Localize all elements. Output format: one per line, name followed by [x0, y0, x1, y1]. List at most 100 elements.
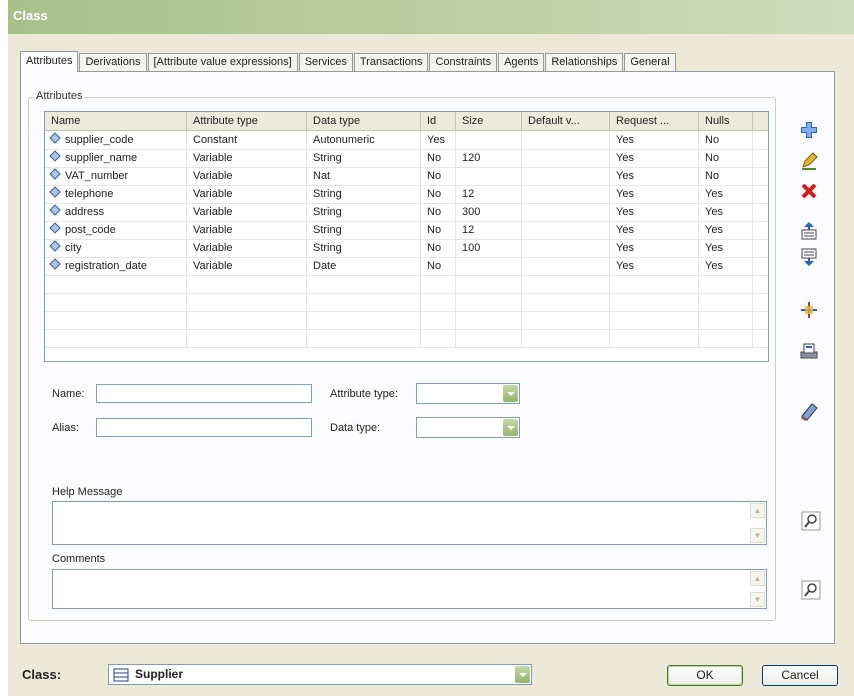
class-icon [113, 668, 129, 682]
empty-table-row[interactable] [45, 329, 768, 348]
ok-button[interactable]: OK [667, 665, 743, 686]
table-row[interactable]: city Variable String No 100 Yes Yes [45, 239, 768, 258]
empty-table-row[interactable] [45, 275, 768, 294]
help-message-zoom-button[interactable] [799, 509, 823, 533]
cell-attribute-type: Variable [187, 185, 307, 203]
row-filler [753, 329, 768, 347]
cell-request: Yes [610, 131, 699, 149]
table-row[interactable]: supplier_name Variable String No 120 Yes No [45, 149, 768, 168]
scroll-up-icon[interactable]: ▲ [750, 571, 765, 586]
name-input[interactable] [96, 384, 312, 403]
cell-name [45, 275, 187, 293]
tab-services[interactable]: Services [298, 53, 353, 72]
cancel-button[interactable]: Cancel [762, 665, 838, 686]
tab-attribute-value-expressions[interactable]: [Attribute value expressions] [147, 53, 298, 72]
tab-attributes[interactable]: Attributes [20, 51, 79, 72]
insert-icon [801, 302, 817, 318]
chevron-down-icon[interactable] [515, 666, 530, 683]
add-attribute-button[interactable] [797, 118, 821, 142]
attribute-icon [49, 186, 61, 198]
cell-size [456, 311, 522, 329]
help-scrollbar[interactable]: ▲ ▼ [750, 503, 765, 543]
cell-nulls [699, 329, 753, 347]
cell-data-type: String [307, 221, 421, 239]
cell-name: address [45, 203, 187, 221]
title-bar[interactable]: Class [8, 0, 854, 34]
help-message-textarea[interactable]: ▲ ▼ [52, 501, 767, 545]
cell-request: Yes [610, 221, 699, 239]
cell-name [45, 293, 187, 311]
clear-button[interactable] [797, 399, 821, 423]
move-down-icon [801, 248, 817, 266]
tab-relationships[interactable]: Relationships [545, 53, 624, 72]
column-header-name[interactable]: Name [45, 112, 187, 130]
table-row[interactable]: registration_date Variable Date No Yes Yes [45, 257, 768, 276]
attribute-icon [49, 240, 61, 252]
scroll-down-icon[interactable]: ▼ [750, 528, 765, 543]
tab-agents[interactable]: Agents [498, 53, 545, 72]
cell-data-type: Nat [307, 167, 421, 185]
chevron-down-icon[interactable] [503, 419, 518, 436]
attribute-type-select[interactable] [416, 383, 520, 404]
empty-table-row[interactable] [45, 311, 768, 330]
grid-header: Name Attribute type Data type Id Size De… [45, 112, 768, 131]
cell-nulls [699, 275, 753, 293]
cell-size [456, 293, 522, 311]
cell-nulls [699, 311, 753, 329]
insert-attribute-button[interactable] [797, 298, 821, 322]
cell-nulls: Yes [699, 185, 753, 203]
comments-scrollbar[interactable]: ▲ ▼ [750, 571, 765, 607]
table-row[interactable]: telephone Variable String No 12 Yes Yes [45, 185, 768, 204]
cell-default-value [522, 275, 610, 293]
copy-attribute-button[interactable] [797, 338, 821, 362]
column-header-attribute-type[interactable]: Attribute type [187, 112, 307, 130]
cell-nulls: Yes [699, 257, 753, 275]
scroll-down-icon[interactable]: ▼ [750, 592, 765, 607]
column-header-size[interactable]: Size [456, 112, 522, 130]
cell-data-type [307, 293, 421, 311]
chevron-down-icon[interactable] [503, 385, 518, 402]
alias-label: Alias: [52, 422, 79, 434]
cell-request [610, 275, 699, 293]
cell-name [45, 329, 187, 347]
name-label: Name: [52, 388, 85, 400]
cell-size [456, 167, 522, 185]
comments-zoom-button[interactable] [799, 578, 823, 602]
scroll-up-icon[interactable]: ▲ [750, 503, 765, 518]
row-filler [753, 293, 768, 311]
comments-textarea[interactable]: ▲ ▼ [52, 569, 767, 609]
edit-attribute-button[interactable] [797, 149, 821, 173]
table-row[interactable]: VAT_number Variable Nat No Yes No [45, 167, 768, 186]
table-row[interactable]: supplier_code Constant Autonumeric Yes Yes No [45, 131, 768, 150]
cell-default-value [522, 293, 610, 311]
row-filler [753, 221, 768, 239]
cell-id: No [421, 185, 456, 203]
column-header-default-value[interactable]: Default v... [522, 112, 610, 130]
tab-transactions[interactable]: Transactions [353, 53, 429, 72]
cell-attribute-type: Variable [187, 203, 307, 221]
cell-data-type: String [307, 185, 421, 203]
column-header-id[interactable]: Id [421, 112, 456, 130]
cell-data-type: String [307, 203, 421, 221]
cell-size: 12 [456, 185, 522, 203]
table-row[interactable]: post_code Variable String No 12 Yes Yes [45, 221, 768, 240]
alias-input[interactable] [96, 418, 312, 437]
column-header-request[interactable]: Request ... [610, 112, 699, 130]
delete-attribute-button[interactable] [797, 179, 821, 203]
column-header-data-type[interactable]: Data type [307, 112, 421, 130]
move-up-icon [801, 222, 817, 240]
attributes-grid[interactable]: Name Attribute type Data type Id Size De… [44, 111, 769, 362]
class-select[interactable]: Supplier [108, 664, 532, 685]
column-header-nulls[interactable]: Nulls [699, 112, 753, 130]
empty-table-row[interactable] [45, 293, 768, 312]
attribute-icon [49, 222, 61, 234]
move-down-button[interactable] [797, 245, 821, 269]
table-row[interactable]: address Variable String No 300 Yes Yes [45, 203, 768, 222]
data-type-select[interactable] [416, 417, 520, 438]
tab-general[interactable]: General [624, 53, 676, 72]
tab-constraints[interactable]: Constraints [429, 53, 498, 72]
cell-request: Yes [610, 257, 699, 275]
tab-derivations[interactable]: Derivations [79, 53, 147, 72]
cell-default-value [522, 311, 610, 329]
move-up-button[interactable] [797, 219, 821, 243]
